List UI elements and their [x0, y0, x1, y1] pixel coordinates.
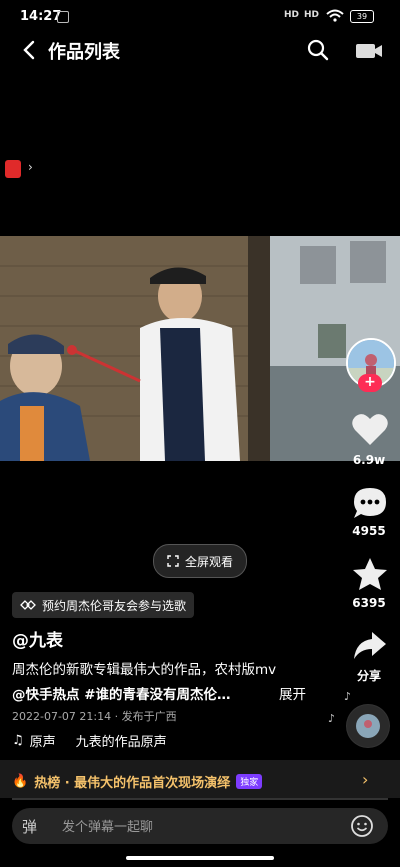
description-line-1: 周杰伦的新歌专辑最伟大的作品，农村版mv — [12, 662, 277, 678]
star-icon[interactable] — [350, 556, 390, 592]
author-name[interactable]: @九表 — [12, 626, 63, 651]
comment-icon[interactable] — [350, 485, 390, 521]
post-meta: 2022-07-07 21:14 · 发布于广西 — [12, 710, 177, 723]
description-line-2[interactable]: @快手热点 #谁的青春没有周杰伦… — [12, 683, 231, 703]
heart-icon[interactable] — [350, 412, 390, 448]
share-icon[interactable] — [350, 628, 390, 664]
promo-chip[interactable]: 预约周杰伦哥友会参与选歌 — [12, 592, 195, 618]
music-info[interactable]: ♫ 原声 九表的作品原声 — [12, 731, 167, 750]
music-disc-icon — [347, 705, 389, 747]
wifi-icon — [326, 9, 344, 22]
camera-icon[interactable] — [354, 40, 384, 62]
signal-icon: HD — [284, 10, 300, 20]
danmu-input-bar[interactable]: 弹 — [12, 808, 388, 844]
favorite-count: 6395 — [352, 596, 386, 610]
status-time: 14:27 — [20, 9, 62, 24]
emoji-icon[interactable] — [350, 814, 374, 838]
video-frame — [0, 236, 400, 461]
danmu-input[interactable] — [60, 816, 324, 838]
music-note-icon-2: ♪ — [328, 712, 336, 725]
home-indicator — [126, 856, 274, 860]
battery-icon: 39 — [350, 10, 374, 23]
fullscreen-label: 全屏观看 — [184, 554, 233, 569]
follow-button[interactable]: + — [358, 374, 382, 392]
link-icon — [20, 600, 36, 610]
music-icon: ♫ — [12, 733, 24, 748]
status-bar: 14:27 HD HD 39 — [0, 0, 400, 34]
video-progress-track[interactable] — [12, 798, 388, 800]
fullscreen-icon — [167, 555, 179, 567]
chevron-right-icon[interactable]: › — [362, 770, 368, 789]
fullscreen-button[interactable]: 全屏观看 — [153, 544, 247, 578]
danmu-toggle-icon[interactable]: 弹 — [22, 816, 37, 837]
like-count: 6.9w — [352, 453, 386, 467]
hot-list-text: 热榜 · 最伟大的作品首次现场演绎 — [34, 776, 231, 791]
notification-icon — [57, 11, 69, 23]
share-label[interactable]: 分享 — [339, 667, 399, 684]
expand-button[interactable]: 展开 — [279, 683, 306, 703]
red-packet-icon[interactable] — [5, 160, 21, 178]
music-disc[interactable] — [346, 704, 390, 748]
music-note-icon: ♪ — [344, 690, 352, 703]
music-prefix: 原声 — [29, 735, 56, 750]
comment-count: 4955 — [352, 524, 386, 538]
music-name: 九表的作品原声 — [75, 735, 167, 750]
search-icon[interactable] — [306, 38, 330, 62]
hot-list-text-wrap[interactable]: 🔥 热榜 · 最伟大的作品首次现场演绎 独家 — [12, 772, 263, 791]
video-player[interactable] — [0, 236, 400, 461]
fire-icon: 🔥 — [12, 774, 29, 789]
chevron-right-icon[interactable]: › — [28, 160, 33, 174]
signal-icon-2: HD — [304, 10, 320, 20]
back-icon[interactable] — [18, 38, 42, 62]
page-title: 作品列表 — [48, 42, 120, 63]
exclusive-badge: 独家 — [236, 774, 263, 789]
promo-label: 预约周杰伦哥友会参与选歌 — [42, 598, 187, 613]
